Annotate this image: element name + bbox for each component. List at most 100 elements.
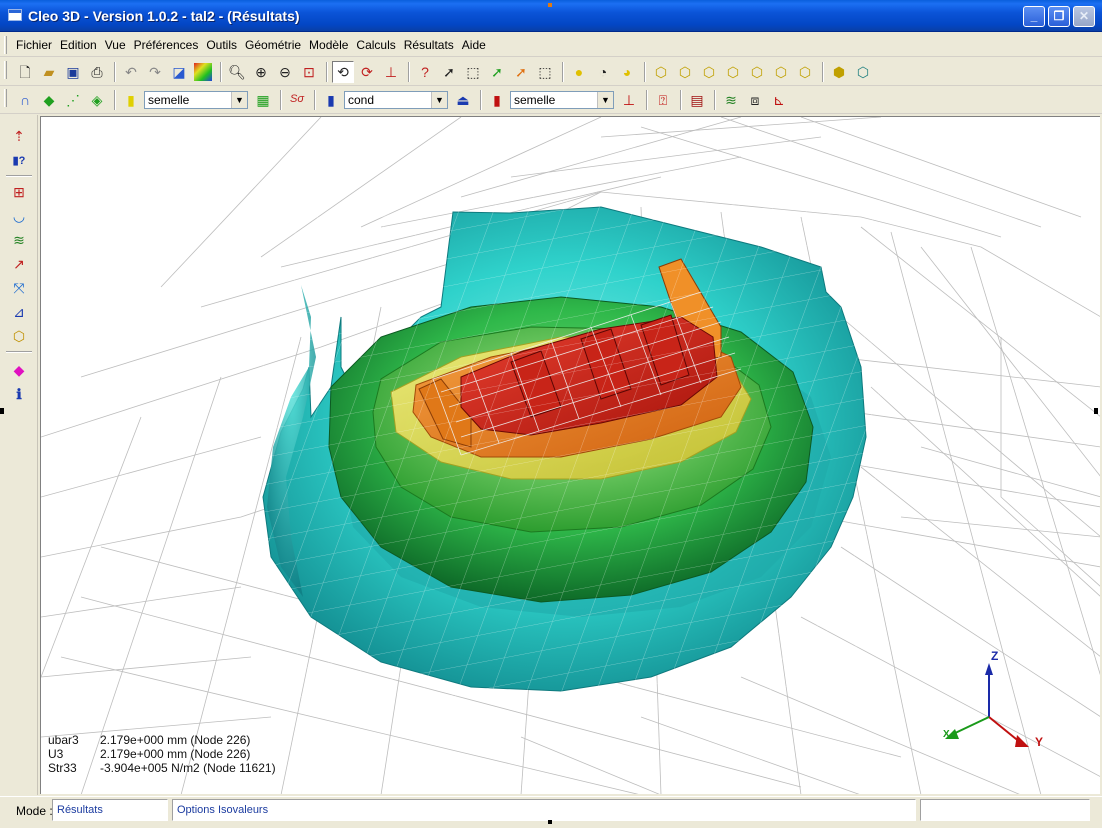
condition-combo[interactable]: cond ▼ xyxy=(344,90,448,109)
zoom-window-icon[interactable]: ⊡ xyxy=(298,61,320,83)
readout-row: U3 2.179e+000 mm (Node 226) xyxy=(48,747,251,761)
resize-marker xyxy=(548,3,552,7)
undo-icon[interactable]: ↶ xyxy=(120,61,142,83)
menu-fichier[interactable]: Fichier xyxy=(12,38,56,52)
diamond-icon[interactable]: ◆ xyxy=(8,359,30,381)
menu-grip[interactable] xyxy=(4,36,7,54)
light-pointer-icon[interactable]: ◔ xyxy=(592,61,614,83)
rotate-icon[interactable]: ⟲ xyxy=(332,60,354,83)
menu-outils[interactable]: Outils xyxy=(202,38,241,52)
layers-icon[interactable]: ≋ xyxy=(720,89,742,111)
close-button[interactable]: ✕ xyxy=(1073,6,1095,27)
view-iso-icon[interactable]: ⬡ xyxy=(852,61,874,83)
bottom-handle[interactable] xyxy=(548,820,552,824)
material-yellow-icon[interactable]: ▮ xyxy=(120,89,142,111)
sigma-icon[interactable]: Sσ xyxy=(286,89,308,111)
view-cube-5-icon[interactable]: ⬡ xyxy=(746,61,768,83)
query-icon[interactable]: ? xyxy=(414,61,436,83)
menu-geometrie[interactable]: Géométrie xyxy=(241,38,305,52)
view-cube-4-icon[interactable]: ⬡ xyxy=(722,61,744,83)
arch-icon[interactable]: ∩ xyxy=(14,89,36,111)
line-nodes-icon[interactable]: ⋰ xyxy=(62,89,84,111)
toolbar-grip[interactable] xyxy=(4,89,7,107)
pan-icon[interactable]: ⟳ xyxy=(356,61,378,83)
select-green-icon[interactable]: ➚ xyxy=(486,61,508,83)
view-cube-2-icon[interactable]: ⬡ xyxy=(674,61,696,83)
cross-vector-icon[interactable]: ⤧ xyxy=(8,277,30,299)
viewport-right-handle[interactable] xyxy=(1094,408,1098,414)
condition-blue-icon[interactable]: ▮ xyxy=(320,89,342,111)
maximize-button[interactable]: ❐ xyxy=(1048,6,1070,27)
chevron-down-icon[interactable]: ▼ xyxy=(597,91,613,108)
isosurface-icon[interactable]: ≋ xyxy=(8,229,30,251)
query-bar-icon[interactable]: ▮? xyxy=(8,149,30,171)
view-cube-6-icon[interactable]: ⬡ xyxy=(770,61,792,83)
cube-icon[interactable]: ⬡ xyxy=(8,325,30,347)
mesh-grid-icon[interactable]: ▦ xyxy=(252,89,274,111)
print-icon[interactable]: ⎙ xyxy=(86,61,108,83)
section-icon[interactable]: ⊿ xyxy=(8,301,30,323)
status-right-panel xyxy=(920,799,1090,821)
menu-preferences[interactable]: Préférences xyxy=(130,38,203,52)
3d-viewport[interactable]: Z Y X ubar3 2.179e+000 mm (Node 226) U3 … xyxy=(40,116,1100,794)
axis-z-label: Z xyxy=(991,649,999,663)
load-red-icon[interactable]: ▮ xyxy=(486,89,508,111)
info-icon[interactable]: ℹ xyxy=(8,383,30,405)
menu-vue[interactable]: Vue xyxy=(101,38,130,52)
grid-plane-icon[interactable]: ⊞ xyxy=(8,181,30,203)
menu-resultats[interactable]: Résultats xyxy=(400,38,458,52)
up-arrow-icon[interactable]: ⇡ xyxy=(8,125,30,147)
select-icon[interactable]: ➚ xyxy=(438,61,460,83)
chevron-down-icon[interactable]: ▼ xyxy=(431,91,447,108)
support-icon[interactable]: ⏏ xyxy=(452,89,474,111)
calculator-icon[interactable]: ▤ xyxy=(686,89,708,111)
view-cube-7-icon[interactable]: ⬡ xyxy=(794,61,816,83)
light-icon[interactable]: ● xyxy=(568,61,590,83)
menu-edition[interactable]: Edition xyxy=(56,38,101,52)
select-orange-icon[interactable]: ➚ xyxy=(510,61,532,83)
deformed-mesh-icon[interactable]: ⧈ xyxy=(744,89,766,111)
options-isovaleurs[interactable]: Options Isovaleurs xyxy=(172,799,916,821)
view-cube-3-icon[interactable]: ⬡ xyxy=(698,61,720,83)
material-combo-2[interactable]: semelle ▼ xyxy=(510,90,614,109)
vector-icon[interactable]: ↗ xyxy=(8,253,30,275)
chevron-down-icon[interactable]: ▼ xyxy=(231,91,247,108)
open-folder-icon[interactable]: ▰ xyxy=(38,61,60,83)
deformation-icon[interactable]: ◡ xyxy=(8,205,30,227)
left-toolbar: ⇡ ▮? ⊞ ◡ ≋ ↗ ⤧ ⊿ ⬡ ◆ ℹ xyxy=(0,115,38,795)
window-title: Cleo 3D - Version 1.0.2 - tal2 - (Résult… xyxy=(28,8,300,24)
main-toolbar: 🗋 ▰ ▣ ⎙ ↶ ↷ ◪ 🔍︎ ⊕ ⊖ ⊡ ⟲ ⟳ ⊥ ? ➚ ⬚ ➚ ➚ ⬚… xyxy=(0,58,1102,86)
mode-value: Résultats xyxy=(52,799,168,821)
view-cube-1-icon[interactable]: ⬡ xyxy=(650,61,672,83)
zoom-icon[interactable]: 🔍︎ xyxy=(226,61,248,83)
material-combo-1[interactable]: semelle ▼ xyxy=(144,90,248,109)
mesh-view-icon[interactable]: ◪ xyxy=(168,61,190,83)
grid-nodes-icon[interactable]: ◈ xyxy=(86,89,108,111)
zoom-in-icon[interactable]: ⊕ xyxy=(250,61,272,83)
select-box-icon[interactable]: ⬚ xyxy=(462,61,484,83)
redo-icon[interactable]: ↷ xyxy=(144,61,166,83)
select-region-icon[interactable]: ⬚ xyxy=(534,61,556,83)
zoom-out-icon[interactable]: ⊖ xyxy=(274,61,296,83)
toolbar-grip[interactable] xyxy=(4,61,7,79)
color-map-icon[interactable] xyxy=(194,62,212,81)
app-icon[interactable] xyxy=(8,9,22,21)
vertical-icon[interactable]: ⊥ xyxy=(380,61,402,83)
menu-aide[interactable]: Aide xyxy=(458,38,490,52)
axis-y-label: Y xyxy=(1035,735,1044,749)
view-rotate-icon[interactable]: ⬢ xyxy=(828,61,850,83)
menu-calculs[interactable]: Calculs xyxy=(352,38,399,52)
axis-triad xyxy=(945,663,1029,747)
node-green-icon[interactable]: ◆ xyxy=(38,89,60,111)
light-select-icon[interactable]: ◕ xyxy=(616,61,638,83)
save-icon[interactable]: ▣ xyxy=(62,61,84,83)
axis-x-label: X xyxy=(943,729,950,740)
menu-modele[interactable]: Modèle xyxy=(305,38,352,52)
minimize-button[interactable]: _ xyxy=(1023,6,1045,27)
isosurface-render xyxy=(41,117,1100,794)
force-icon[interactable]: ⊥ xyxy=(618,89,640,111)
help-query-icon[interactable]: ⍰ xyxy=(652,89,674,111)
new-file-icon[interactable]: 🗋 xyxy=(14,61,36,83)
graph-icon[interactable]: ⊾ xyxy=(768,89,790,111)
viewport-left-handle[interactable] xyxy=(0,408,4,414)
